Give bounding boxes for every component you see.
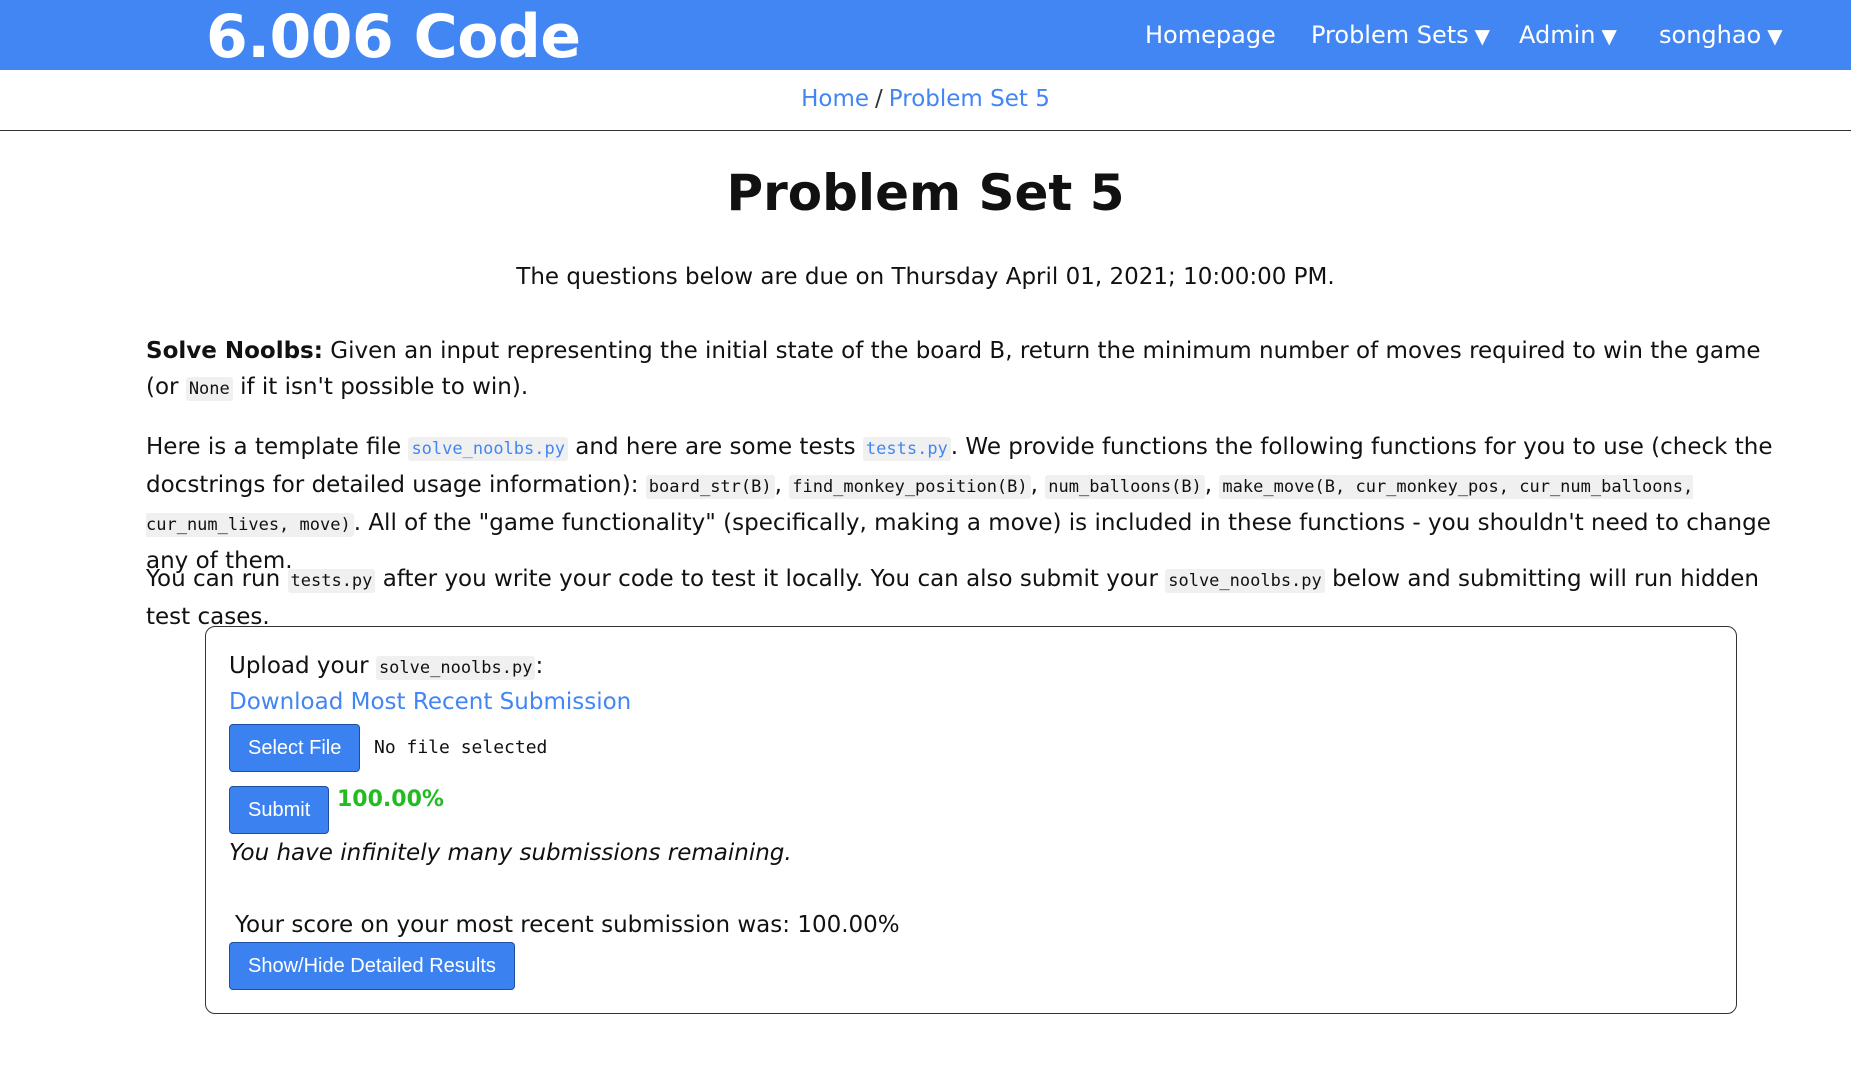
select-file-button[interactable]: Select File [229, 724, 361, 772]
brand-logo[interactable]: 6.006 Code [206, 2, 581, 72]
chevron-down-icon: ▼ [1474, 24, 1491, 48]
code-none: None [185, 377, 233, 401]
chevron-down-icon: ▼ [1767, 24, 1783, 48]
page-title: Problem Set 5 [726, 164, 1125, 222]
chevron-down-icon: ▼ [1601, 24, 1617, 48]
upload-text: Upload your [229, 653, 376, 679]
description-text: if it isn't possible to win). [232, 374, 529, 400]
top-navbar: 6.006 Code Homepage Problem Sets ▼ Admin ▼… [0, 0, 1851, 72]
function-board-str: board_str(B) [645, 475, 775, 499]
breadcrumb-separator: / [875, 86, 883, 112]
nav-admin[interactable]: Admin ▼ [1519, 0, 1617, 70]
problem-name: Solve Noolbs: [146, 338, 323, 364]
upload-filename: solve_noolbs.py [375, 656, 536, 680]
code-tests-py: tests.py [287, 569, 376, 593]
submit-button[interactable]: Submit [229, 786, 330, 834]
paragraph-text: , [1030, 472, 1046, 498]
breadcrumb-home-link[interactable]: Home [801, 86, 869, 112]
paragraph-text: , [774, 472, 790, 498]
upload-instruction: Upload your solve_noolbs.py: [229, 653, 544, 680]
upload-text: : [535, 653, 544, 679]
template-paragraph: Here is a template file solve_noolbs.py … [146, 429, 1796, 579]
tests-file-link[interactable]: tests.py [862, 437, 951, 461]
nav-problem-sets[interactable]: Problem Sets ▼ [1311, 0, 1490, 70]
function-find-monkey-position: find_monkey_position(B) [789, 475, 1031, 499]
nav-user-menu[interactable]: songhao ▼ [1659, 0, 1783, 70]
nav-admin-label: Admin [1519, 21, 1596, 49]
run-tests-paragraph: You can run tests.py after you write you… [146, 561, 1796, 635]
nav-problem-sets-label: Problem Sets [1311, 21, 1469, 49]
toggle-detailed-results-button[interactable]: Show/Hide Detailed Results [229, 942, 515, 990]
breadcrumb: Home / Problem Set 5 [0, 86, 1851, 112]
paragraph-text: after you write your code to test it loc… [375, 566, 1166, 592]
nav-homepage-label: Homepage [1145, 21, 1276, 49]
nav-homepage[interactable]: Homepage [1145, 0, 1276, 70]
submission-panel: Upload your solve_noolbs.py: Download Mo… [205, 626, 1737, 1014]
template-file-link[interactable]: solve_noolbs.py [408, 437, 568, 461]
paragraph-text: , [1204, 472, 1220, 498]
file-status-text: No file selected [374, 737, 548, 758]
paragraph-text: Here is a template file [146, 434, 409, 460]
paragraph-text: You can run [146, 566, 288, 592]
breadcrumb-current-link[interactable]: Problem Set 5 [889, 86, 1050, 112]
code-solve-noolbs: solve_noolbs.py [1165, 569, 1325, 593]
submissions-remaining-text: You have infinitely many submissions rem… [229, 840, 792, 866]
score-badge: 100.00% [337, 787, 444, 812]
download-recent-submission-link[interactable]: Download Most Recent Submission [229, 689, 631, 715]
problem-description: Solve Noolbs: Given an input representin… [146, 333, 1796, 407]
recent-score-text: Your score on your most recent submissio… [235, 912, 900, 938]
function-num-balloons: num_balloons(B) [1045, 475, 1205, 499]
breadcrumb-bar: Home / Problem Set 5 [0, 70, 1851, 131]
paragraph-text: and here are some tests [567, 434, 863, 460]
due-date-text: The questions below are due on Thursday … [516, 264, 1335, 290]
nav-user-label: songhao [1659, 21, 1762, 49]
